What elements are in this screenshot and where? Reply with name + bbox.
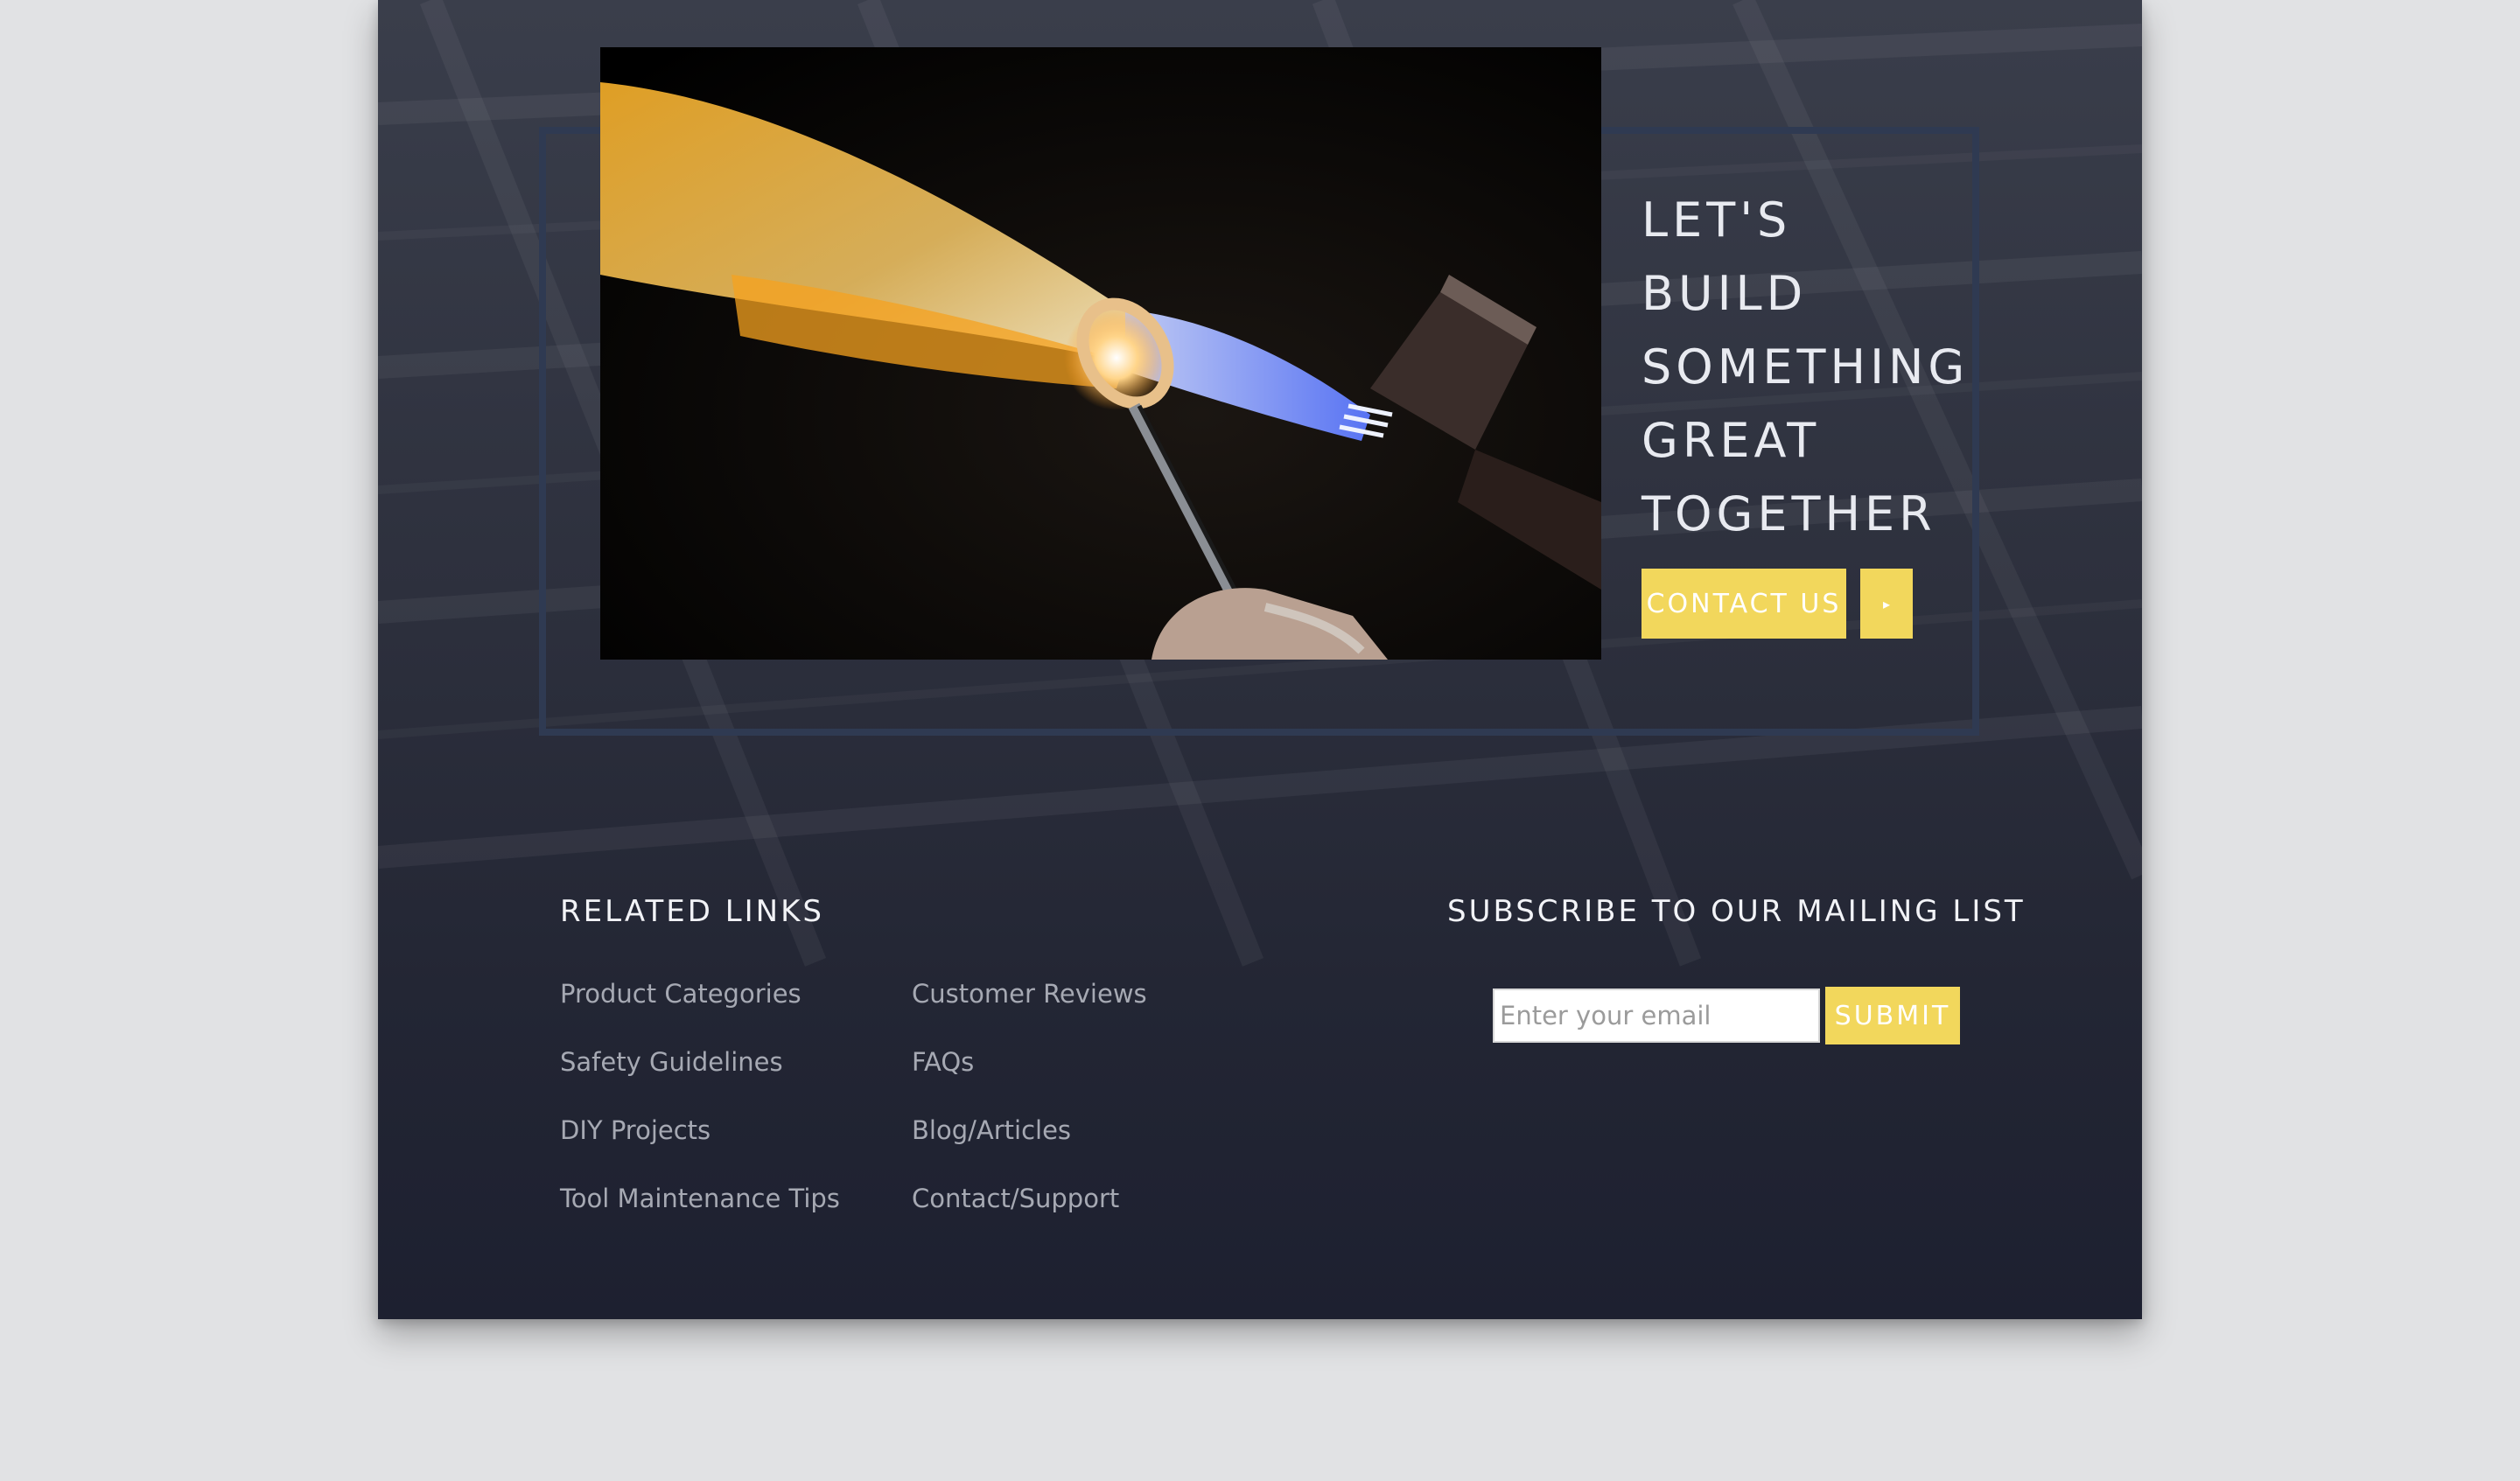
cta-heading-line: BUILD — [1642, 266, 1808, 321]
torch-flame-image — [600, 47, 1601, 660]
submit-button[interactable]: SUBMIT — [1825, 987, 1960, 1044]
related-links-column-1: Product Categories Safety Guidelines DIY… — [560, 976, 840, 1249]
link-product-categories[interactable]: Product Categories — [560, 979, 802, 1009]
cta-heading: LET'S BUILD SOMETHING GREAT TOGETHER — [1642, 184, 2009, 551]
cta-heading-line: SOMETHING — [1642, 339, 1970, 395]
link-faqs[interactable]: FAQs — [912, 1047, 974, 1077]
contact-us-button[interactable]: CONTACT US — [1642, 569, 1846, 639]
list-item: Safety Guidelines — [560, 1044, 840, 1113]
footer-cta-panel: LET'S BUILD SOMETHING GREAT TOGETHER CON… — [378, 0, 2142, 1319]
link-blog-articles[interactable]: Blog/Articles — [912, 1115, 1071, 1145]
link-safety-guidelines[interactable]: Safety Guidelines — [560, 1047, 783, 1077]
cta-heading-line: LET'S — [1642, 192, 1792, 248]
link-customer-reviews[interactable]: Customer Reviews — [912, 979, 1147, 1009]
link-diy-projects[interactable]: DIY Projects — [560, 1115, 710, 1145]
email-input[interactable] — [1493, 988, 1820, 1043]
cta-heading-line: TOGETHER — [1642, 486, 1936, 541]
contact-arrow-button[interactable]: ▸ — [1860, 569, 1913, 639]
list-item: FAQs — [912, 1044, 1147, 1113]
list-item: Contact/Support — [912, 1181, 1147, 1249]
list-item: DIY Projects — [560, 1113, 840, 1181]
list-item: Blog/Articles — [912, 1113, 1147, 1181]
subscribe-title: SUBSCRIBE TO OUR MAILING LIST — [1447, 894, 2026, 929]
related-links-column-2: Customer Reviews FAQs Blog/Articles Cont… — [912, 976, 1147, 1249]
cta-heading-block: LET'S BUILD SOMETHING GREAT TOGETHER — [1642, 184, 2009, 551]
link-tool-maintenance-tips[interactable]: Tool Maintenance Tips — [560, 1184, 840, 1213]
list-item: Tool Maintenance Tips — [560, 1181, 840, 1249]
play-triangle-icon: ▸ — [1882, 595, 1891, 612]
cta-heading-line: GREAT — [1642, 413, 1821, 468]
subscribe-form: SUBMIT — [1493, 987, 1960, 1044]
list-item: Product Categories — [560, 976, 840, 1044]
cta-button-group: CONTACT US ▸ — [1642, 569, 1913, 639]
glassblowing-photo — [600, 47, 1601, 660]
link-contact-support[interactable]: Contact/Support — [912, 1184, 1119, 1213]
related-links-title: RELATED LINKS — [560, 894, 824, 929]
list-item: Customer Reviews — [912, 976, 1147, 1044]
